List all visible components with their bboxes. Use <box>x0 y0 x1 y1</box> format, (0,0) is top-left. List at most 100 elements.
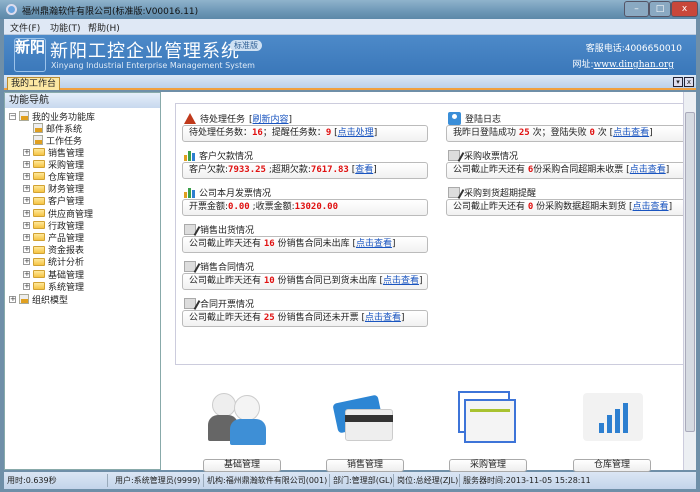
count-value: 7617.83 <box>310 165 349 175</box>
bar-chart-icon <box>184 187 195 198</box>
section-summary: 公司截止昨天还有 0 份采购数据超期未到货 [点击查看] <box>446 199 686 216</box>
tab-dropdown-icon[interactable]: ▾ <box>673 77 683 87</box>
tree-folder[interactable]: + 资金报表 <box>23 244 84 256</box>
note-icon <box>448 150 460 161</box>
view-link[interactable]: 点击处理 <box>338 128 374 138</box>
expand-toggle-icon[interactable]: + <box>23 209 30 217</box>
browser-window-icon[interactable] <box>454 387 518 447</box>
section-heading: 公司本月发票情况 <box>184 186 271 199</box>
section-title: 销售出货情况 <box>200 226 255 236</box>
tree-folder[interactable]: + 客户管理 <box>23 195 84 207</box>
menu-function[interactable]: 功能(T) <box>50 21 81 34</box>
tree-folder[interactable]: + 财务管理 <box>23 183 84 195</box>
hotline-label: 客服电话: <box>585 44 625 54</box>
count-value: 16 <box>263 239 275 249</box>
tree-folder[interactable]: + 系统管理 <box>23 280 84 293</box>
expand-toggle-icon[interactable]: + <box>23 270 30 278</box>
expand-toggle-icon[interactable]: + <box>23 197 30 205</box>
count-value: 25 <box>518 128 530 138</box>
app-title: 新阳工控企业管理系统 <box>50 41 240 62</box>
expand-toggle-icon[interactable]: − <box>9 112 16 120</box>
section-summary: 待处理任务数：16；提醒任务数：9 [点击处理] <box>182 125 428 142</box>
tree-folder[interactable]: + 仓库管理 <box>23 170 84 183</box>
expand-toggle-icon[interactable]: + <box>23 160 30 168</box>
section-summary: 公司截止昨天还有 10 份销售合同已到货未出库 [点击查看] <box>182 273 428 290</box>
tree-folder[interactable]: + 基础管理 <box>23 268 84 281</box>
workbench: 待处理任务 [刷新内容] 待处理任务数：16；提醒任务数：9 [点击处理] 客户欠款情… <box>161 92 695 472</box>
count-value: 10 <box>263 276 275 286</box>
report-chart-icon[interactable] <box>581 387 645 447</box>
tree-leaf[interactable]: 工作任务 <box>33 134 82 147</box>
expand-toggle-icon[interactable]: + <box>23 221 30 229</box>
folder-icon <box>33 233 45 242</box>
summary-text: 份销售合同未出库 <box>274 239 350 249</box>
tree-org-model[interactable]: + 组织模型 <box>9 293 69 306</box>
vertical-scrollbar[interactable] <box>683 92 696 470</box>
tree-leaf[interactable]: 邮件系统 <box>33 122 82 135</box>
hotline: 客服电话:4006650010 <box>586 41 682 54</box>
count-value: 25 <box>263 313 275 323</box>
tree-label: 产品管理 <box>48 233 85 244</box>
tree-folder[interactable]: + 产品管理 <box>23 231 85 244</box>
tree-folder[interactable]: + 行政管理 <box>23 219 84 232</box>
tree-folder[interactable]: + 采购管理 <box>23 158 84 171</box>
sales-management-button[interactable]: 销售管理 <box>326 459 404 472</box>
section-title: 公司本月发票情况 <box>199 189 272 199</box>
section-summary: 公司截止昨天还有 25 份销售合同还未开票 [点击查看] <box>182 310 428 327</box>
view-link[interactable]: 点击查看 <box>630 165 666 175</box>
credit-card-icon[interactable] <box>331 387 395 447</box>
view-link[interactable]: 点击查看 <box>356 239 392 249</box>
users-icon[interactable] <box>206 387 270 447</box>
view-link[interactable]: 查看 <box>355 165 373 175</box>
nav-title: 功能导航 <box>5 93 160 108</box>
summary-text: ；提醒任务数： <box>262 128 326 138</box>
view-link[interactable]: 点击查看 <box>613 128 649 138</box>
expand-toggle-icon[interactable]: + <box>23 185 30 193</box>
tab-strip: 我的工作台 ▾ x <box>4 75 696 90</box>
website-label: 网址: <box>572 60 594 70</box>
tree-label: 供应商管理 <box>48 209 94 220</box>
tree-folder[interactable]: + 销售管理 <box>23 146 84 159</box>
close-button[interactable]: x <box>671 1 698 17</box>
summary-text: 公司截止昨天还有 <box>189 276 264 286</box>
tree-folder[interactable]: + 供应商管理 <box>23 207 94 220</box>
scrollbar-thumb[interactable] <box>685 112 695 432</box>
summary-text: 份销售合同还未开票 <box>274 313 359 323</box>
user-icon <box>448 112 461 125</box>
tab-close-icon[interactable]: x <box>684 77 694 87</box>
view-link[interactable]: 点击查看 <box>365 313 401 323</box>
menu-help[interactable]: 帮助(H) <box>88 21 120 34</box>
expand-toggle-icon[interactable]: + <box>9 295 16 303</box>
tab-workbench[interactable]: 我的工作台 <box>7 77 61 90</box>
summary-text: 待处理任务数： <box>189 128 253 138</box>
maximize-button[interactable]: □ <box>649 1 671 17</box>
module-icon <box>19 294 29 304</box>
folder-icon <box>33 160 45 169</box>
summary-text: 客户欠款: <box>189 165 229 175</box>
warning-icon <box>184 113 196 124</box>
expand-toggle-icon[interactable]: + <box>23 282 30 290</box>
minimize-button[interactable]: – <box>624 1 649 17</box>
warehouse-management-button[interactable]: 仓库管理 <box>573 459 651 472</box>
view-link[interactable]: 点击查看 <box>633 202 669 212</box>
section-title: 待处理任务 <box>200 115 246 125</box>
menu-file[interactable]: 文件(F) <box>10 21 40 34</box>
basic-management-button[interactable]: 基础管理 <box>203 459 281 472</box>
window-title: 福州鼎瀚软件有限公司(标准版:V00016.11) <box>22 7 199 17</box>
app-icon <box>6 4 17 15</box>
tree-root[interactable]: − 我的业务功能库 <box>9 110 95 123</box>
website-link[interactable]: www.dinghan.org <box>594 60 674 70</box>
tree-label: 组织模型 <box>32 295 69 306</box>
section-summary: 我昨日登陆成功 25 次；登陆失败 0 次 [点击查看] <box>446 125 686 142</box>
expand-toggle-icon[interactable]: + <box>23 246 30 254</box>
purchase-management-button[interactable]: 采购管理 <box>449 459 527 472</box>
section-summary: 公司截止昨天还有 16 份销售合同未出库 [点击查看] <box>182 236 428 253</box>
expand-toggle-icon[interactable]: + <box>23 233 30 241</box>
view-link[interactable]: 点击查看 <box>383 276 419 286</box>
expand-toggle-icon[interactable]: + <box>23 172 30 180</box>
summary-text: 次 <box>594 128 607 138</box>
refresh-link[interactable]: 刷新内容 <box>253 115 289 125</box>
expand-toggle-icon[interactable]: + <box>23 258 30 266</box>
tree-folder[interactable]: + 统计分析 <box>23 256 84 268</box>
expand-toggle-icon[interactable]: + <box>23 148 30 156</box>
